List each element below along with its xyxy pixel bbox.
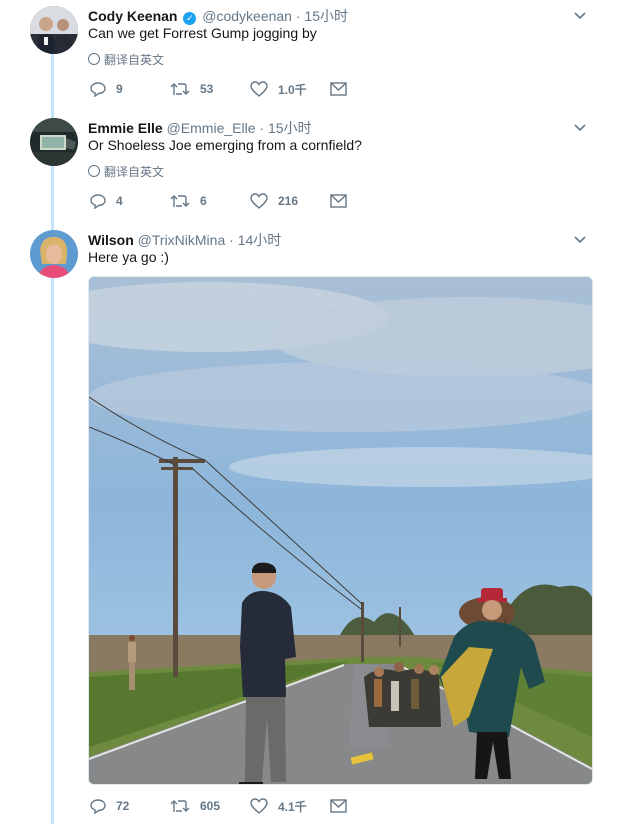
like-icon	[250, 798, 268, 814]
retweet-count: 605	[200, 799, 221, 813]
chevron-down-icon[interactable]	[572, 233, 588, 247]
translate-label: 翻译自英文	[104, 53, 165, 67]
avatar[interactable]	[30, 6, 78, 54]
tweet-emmie-elle[interactable]: Emmie Elle @Emmie_Elle · 15小时 Or Shoeles…	[0, 112, 624, 224]
like-button[interactable]: 1.0千	[250, 79, 307, 99]
tweet-actions: 72 605 4.1千	[88, 796, 388, 816]
tweet-photo[interactable]	[88, 276, 593, 785]
tweet-actions: 4 6 216	[88, 191, 388, 211]
translate-link[interactable]: 翻译自英文	[88, 163, 164, 180]
chevron-down-icon[interactable]	[572, 9, 588, 23]
reply-count: 72	[116, 799, 130, 813]
retweet-button[interactable]: 6	[170, 191, 207, 211]
retweet-icon	[170, 83, 190, 95]
message-button[interactable]	[330, 191, 347, 211]
display-name[interactable]: Cody Keenan	[88, 8, 177, 24]
globe-icon	[88, 165, 100, 177]
tweet-header: Cody Keenan ✓ @codykeenan · 15小时	[88, 6, 348, 26]
message-button[interactable]	[330, 796, 347, 816]
timestamp[interactable]: · 15小时	[296, 8, 348, 24]
timestamp[interactable]: · 15小时	[259, 120, 311, 136]
reply-icon	[90, 82, 106, 97]
message-button[interactable]	[330, 79, 347, 99]
tweet-actions: 9 53 1.0千	[88, 79, 388, 99]
tweet-text: Or Shoeless Joe emerging from a cornfiel…	[88, 137, 362, 153]
tweet-header: Wilson @TrixNikMina · 14小时	[88, 230, 281, 250]
tweet-text: Here ya go :)	[88, 249, 169, 265]
like-icon	[250, 193, 268, 209]
like-button[interactable]: 216	[250, 191, 298, 211]
retweet-count: 53	[200, 82, 214, 96]
reply-icon	[90, 194, 106, 209]
verified-icon: ✓	[183, 12, 197, 25]
retweet-icon	[170, 800, 190, 812]
message-icon	[330, 82, 347, 96]
like-icon	[250, 81, 268, 97]
user-handle[interactable]: @Emmie_Elle	[167, 120, 256, 136]
user-handle[interactable]: @TrixNikMina	[138, 232, 226, 248]
globe-icon	[88, 53, 100, 65]
retweet-count: 6	[200, 194, 207, 208]
like-count: 4.1千	[278, 799, 307, 814]
like-count: 1.0千	[278, 82, 307, 97]
translate-link[interactable]: 翻译自英文	[88, 51, 164, 68]
retweet-button[interactable]: 605	[170, 796, 220, 816]
message-icon	[330, 799, 347, 813]
translate-label: 翻译自英文	[104, 165, 165, 179]
reply-button[interactable]: 9	[90, 79, 123, 99]
user-handle[interactable]: @codykeenan	[202, 8, 292, 24]
like-count: 216	[278, 194, 299, 208]
reply-button[interactable]: 72	[90, 796, 129, 816]
display-name[interactable]: Wilson	[88, 232, 134, 248]
retweet-icon	[170, 195, 190, 207]
tweet-text: Can we get Forrest Gump jogging by	[88, 25, 317, 41]
avatar[interactable]	[30, 230, 78, 278]
message-icon	[330, 194, 347, 208]
chevron-down-icon[interactable]	[572, 121, 588, 135]
tweet-wilson[interactable]: Wilson @TrixNikMina · 14小时 Here ya go :)	[0, 224, 624, 824]
timestamp[interactable]: · 14小时	[229, 232, 281, 248]
tweet-cody-keenan[interactable]: Cody Keenan ✓ @codykeenan · 15小时 Can we …	[0, 0, 624, 112]
avatar[interactable]	[30, 118, 78, 166]
reply-button[interactable]: 4	[90, 191, 123, 211]
display-name[interactable]: Emmie Elle	[88, 120, 163, 136]
tweet-header: Emmie Elle @Emmie_Elle · 15小时	[88, 118, 312, 138]
reply-count: 4	[116, 194, 123, 208]
like-button[interactable]: 4.1千	[250, 796, 307, 816]
reply-icon	[90, 799, 106, 814]
reply-count: 9	[116, 82, 123, 96]
retweet-button[interactable]: 53	[170, 79, 213, 99]
